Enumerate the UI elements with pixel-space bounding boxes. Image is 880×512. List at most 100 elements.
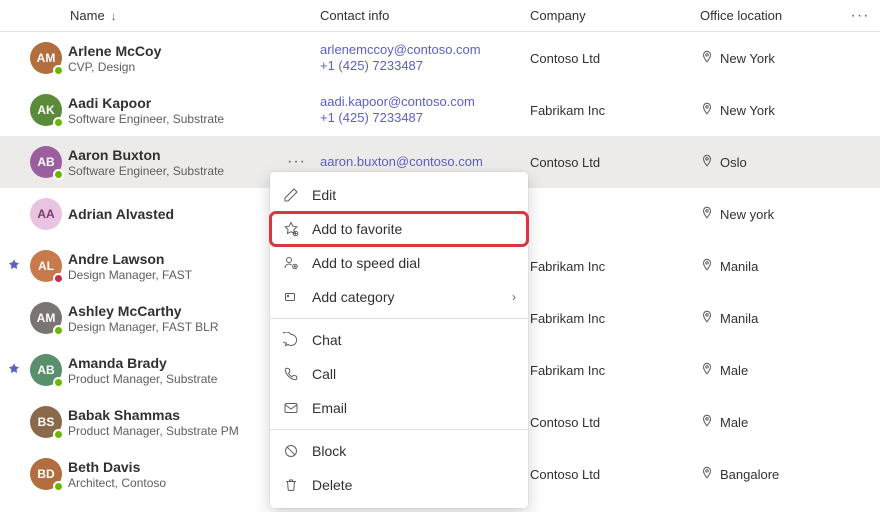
row-more-button[interactable]: ··· xyxy=(287,153,306,171)
pencil-icon xyxy=(282,186,300,204)
person-title: Software Engineer, Substrate xyxy=(68,112,224,126)
company-name: Fabrikam Inc xyxy=(530,311,605,326)
avatar[interactable]: AB xyxy=(30,146,62,178)
location-cell: Manila xyxy=(700,310,840,327)
location-cell: Male xyxy=(700,362,840,379)
tag-icon xyxy=(282,288,300,306)
location-cell: Bangalore xyxy=(700,466,840,483)
avatar[interactable]: BD xyxy=(30,458,62,490)
header-location-label: Office location xyxy=(700,8,782,23)
contact-phone[interactable]: +1 (425) 7233487 xyxy=(320,58,530,74)
company-cell: Fabrikam Inc xyxy=(530,259,700,274)
company-name: Contoso Ltd xyxy=(530,467,600,482)
contact-cell: aadi.kapoor@contoso.com+1 (425) 7233487 xyxy=(320,94,530,126)
location-pin-icon xyxy=(700,362,714,379)
menu-block[interactable]: Block xyxy=(270,434,528,468)
avatar-cell: BD xyxy=(28,458,68,490)
chevron-right-icon: › xyxy=(512,290,516,304)
location-pin-icon xyxy=(700,414,714,431)
location-name: Manila xyxy=(720,311,758,326)
name-cell: Aadi KapoorSoftware Engineer, Substrate xyxy=(68,94,320,126)
header-location[interactable]: Office location xyxy=(700,8,840,23)
contact-phone[interactable]: +1 (425) 7233487 xyxy=(320,110,530,126)
header-contact[interactable]: Contact info xyxy=(320,8,530,23)
company-name: Fabrikam Inc xyxy=(530,103,605,118)
table-row[interactable]: AMArlene McCoyCVP, Designarlenemccoy@con… xyxy=(0,32,880,84)
header-company-label: Company xyxy=(530,8,586,23)
avatar[interactable]: AL xyxy=(30,250,62,282)
menu-edit[interactable]: Edit xyxy=(270,178,528,212)
person-title: Software Engineer, Substrate xyxy=(68,164,224,178)
location-name: Oslo xyxy=(720,155,747,170)
table-row[interactable]: AKAadi KapoorSoftware Engineer, Substrat… xyxy=(0,84,880,136)
location-cell: New York xyxy=(700,102,840,119)
avatar[interactable]: AK xyxy=(30,94,62,126)
location-pin-icon xyxy=(700,154,714,171)
contact-context-menu: Edit Add to favorite Add to speed dial A… xyxy=(270,172,528,508)
presence-indicator xyxy=(53,481,64,492)
person-title: CVP, Design xyxy=(68,60,161,74)
person-title: Architect, Contoso xyxy=(68,476,166,490)
avatar-cell: AL xyxy=(28,250,68,282)
presence-indicator xyxy=(53,429,64,440)
person-title: Design Manager, FAST xyxy=(68,268,192,282)
contact-email[interactable]: aadi.kapoor@contoso.com xyxy=(320,94,530,110)
company-name: Contoso Ltd xyxy=(530,155,600,170)
person-name: Arlene McCoy xyxy=(68,42,161,60)
avatar[interactable]: AA xyxy=(30,198,62,230)
menu-add-speed-dial[interactable]: Add to speed dial xyxy=(270,246,528,280)
person-name: Babak Shammas xyxy=(68,406,239,424)
phone-icon xyxy=(282,365,300,383)
star-add-icon xyxy=(282,220,300,238)
header-more[interactable]: ··· xyxy=(840,7,880,25)
menu-delete[interactable]: Delete xyxy=(270,468,528,502)
menu-chat[interactable]: Chat xyxy=(270,323,528,357)
contact-email[interactable]: arlenemccoy@contoso.com xyxy=(320,42,530,58)
person-add-icon xyxy=(282,254,300,272)
location-name: New York xyxy=(720,103,775,118)
presence-indicator xyxy=(53,273,64,284)
avatar[interactable]: BS xyxy=(30,406,62,438)
person-name: Ashley McCarthy xyxy=(68,302,219,320)
contact-email[interactable]: aaron.buxton@contoso.com xyxy=(320,154,530,170)
avatar-cell: BS xyxy=(28,406,68,438)
avatar-cell: AK xyxy=(28,94,68,126)
menu-call-label: Call xyxy=(312,366,336,382)
person-name: Amanda Brady xyxy=(68,354,217,372)
menu-separator xyxy=(270,429,528,430)
favorite-star[interactable] xyxy=(0,362,28,379)
location-name: New york xyxy=(720,207,774,222)
menu-email[interactable]: Email xyxy=(270,391,528,425)
menu-call[interactable]: Call xyxy=(270,357,528,391)
menu-add-favorite[interactable]: Add to favorite xyxy=(270,212,528,246)
company-name: Fabrikam Inc xyxy=(530,363,605,378)
block-icon xyxy=(282,442,300,460)
menu-edit-label: Edit xyxy=(312,187,336,203)
avatar-cell: AB xyxy=(28,354,68,386)
company-cell: Contoso Ltd xyxy=(530,155,700,170)
location-pin-icon xyxy=(700,310,714,327)
name-cell: Arlene McCoyCVP, Design xyxy=(68,42,320,74)
menu-add-favorite-label: Add to favorite xyxy=(312,221,402,237)
avatar[interactable]: AB xyxy=(30,354,62,386)
location-cell: Male xyxy=(700,414,840,431)
avatar-cell: AM xyxy=(28,302,68,334)
location-name: Bangalore xyxy=(720,467,779,482)
header-name[interactable]: Name ↓ xyxy=(68,8,320,23)
avatar[interactable]: AM xyxy=(30,42,62,74)
person-name: Beth Davis xyxy=(68,458,166,476)
table-header: Name ↓ Contact info Company Office locat… xyxy=(0,0,880,32)
more-icon: ··· xyxy=(851,7,870,24)
menu-add-category[interactable]: Add category › xyxy=(270,280,528,314)
location-pin-icon xyxy=(700,466,714,483)
person-title: Product Manager, Substrate PM xyxy=(68,424,239,438)
menu-email-label: Email xyxy=(312,400,347,416)
header-company[interactable]: Company xyxy=(530,8,700,23)
presence-indicator xyxy=(53,377,64,388)
person-name: Adrian Alvasted xyxy=(68,205,174,223)
presence-indicator xyxy=(53,169,64,180)
avatar[interactable]: AM xyxy=(30,302,62,334)
menu-separator xyxy=(270,318,528,319)
favorite-star[interactable] xyxy=(0,258,28,275)
location-pin-icon xyxy=(700,102,714,119)
